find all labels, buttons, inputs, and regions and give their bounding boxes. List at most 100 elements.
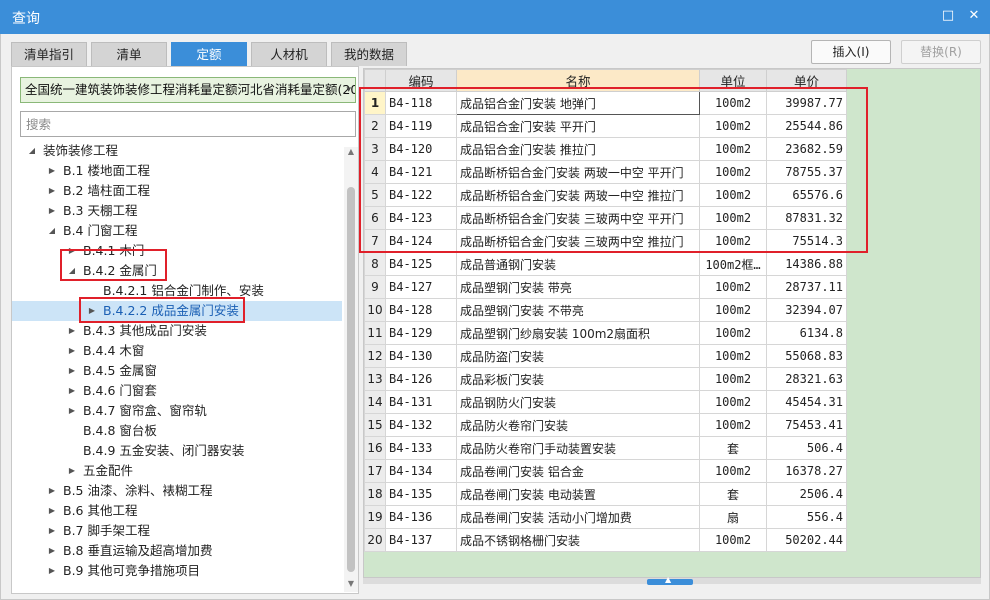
collapsed-toggle-icon[interactable]: ▶	[46, 521, 58, 541]
close-icon[interactable]: ✕	[966, 8, 982, 24]
quota-price[interactable]: 39987.77	[766, 91, 847, 115]
quota-unit[interactable]: 100m2	[699, 367, 767, 391]
tree-node[interactable]: ▶ B.4.5 金属窗	[12, 361, 342, 381]
scrollbar-thumb[interactable]	[347, 187, 355, 572]
table-row[interactable]: 17 B4-134 成品卷闸门安装 铝合金 100m2 16378.27	[364, 459, 847, 483]
quota-code[interactable]: B4-126	[385, 367, 457, 391]
quota-name[interactable]: 成品铝合金门安装 地弹门	[456, 91, 700, 115]
quota-unit[interactable]: 100m2	[699, 298, 767, 322]
col-header-price[interactable]: 单价	[766, 69, 847, 92]
tree-node[interactable]: ◢ 装饰装修工程	[12, 141, 342, 161]
table-row[interactable]: 7 B4-124 成品断桥铝合金门安装 三玻两中空 推拉门 100m2 75514.3	[364, 229, 847, 253]
tree-scrollbar[interactable]: ▲ ▼	[344, 147, 358, 592]
table-row[interactable]: 11 B4-129 成品塑钢门纱扇安装 100m2扇面积 100m2 6134.8	[364, 321, 847, 345]
search-input[interactable]	[20, 111, 356, 137]
tree-node[interactable]: ▶ B.4.4 木窗	[12, 341, 342, 361]
quota-name[interactable]: 成品钢防火门安装	[456, 390, 700, 414]
collapsed-toggle-icon[interactable]: ▶	[46, 161, 58, 181]
quota-price[interactable]: 75514.3	[766, 229, 847, 253]
quota-unit[interactable]: 100m2	[699, 390, 767, 414]
quota-name[interactable]: 成品防火卷帘门手动装置安装	[456, 436, 700, 460]
scroll-down-icon[interactable]: ▼	[344, 579, 358, 588]
quota-name[interactable]: 成品断桥铝合金门安装 两玻一中空 平开门	[456, 160, 700, 184]
quota-price[interactable]: 50202.44	[766, 528, 847, 552]
tree-node[interactable]: B.4.2.1 铝合金门制作、安装	[12, 281, 342, 301]
collapsed-toggle-icon[interactable]: ▶	[66, 361, 78, 381]
tab-labor-material-machine[interactable]: 人材机	[251, 42, 327, 66]
quota-code[interactable]: B4-128	[385, 298, 457, 322]
quota-code[interactable]: B4-122	[385, 183, 457, 207]
row-index[interactable]: 7	[364, 229, 386, 253]
table-row[interactable]: 9 B4-127 成品塑钢门安装 带亮 100m2 28737.11	[364, 275, 847, 299]
quota-code[interactable]: B4-137	[385, 528, 457, 552]
quota-code[interactable]: B4-134	[385, 459, 457, 483]
row-index[interactable]: 17	[364, 459, 386, 483]
quota-unit[interactable]: 100m2	[699, 160, 767, 184]
row-index[interactable]: 1	[364, 91, 386, 115]
quota-name[interactable]: 成品卷闸门安装 电动装置	[456, 482, 700, 506]
table-row[interactable]: 14 B4-131 成品钢防火门安装 100m2 45454.31	[364, 390, 847, 414]
quota-name[interactable]: 成品普通钢门安装	[456, 252, 700, 276]
tree-node[interactable]: ▶ B.4.2.2 成品金属门安装	[12, 301, 342, 321]
table-row[interactable]: 8 B4-125 成品普通钢门安装 100m2框… 14386.88	[364, 252, 847, 276]
table-row[interactable]: 12 B4-130 成品防盗门安装 100m2 55068.83	[364, 344, 847, 368]
quota-unit[interactable]: 100m2	[699, 137, 767, 161]
table-row[interactable]: 13 B4-126 成品彩板门安装 100m2 28321.63	[364, 367, 847, 391]
tree-node[interactable]: ▶ 五金配件	[12, 461, 342, 481]
quota-price[interactable]: 25544.86	[766, 114, 847, 138]
row-index[interactable]: 8	[364, 252, 386, 276]
tree-node[interactable]: B.4.9 五金安装、闭门器安装	[12, 441, 342, 461]
row-index[interactable]: 19	[364, 505, 386, 529]
quota-code[interactable]: B4-119	[385, 114, 457, 138]
chevron-down-icon[interactable]: ▾	[346, 78, 351, 102]
quota-code[interactable]: B4-129	[385, 321, 457, 345]
quota-code[interactable]: B4-135	[385, 482, 457, 506]
quota-price[interactable]: 28321.63	[766, 367, 847, 391]
table-row[interactable]: 5 B4-122 成品断桥铝合金门安装 两玻一中空 推拉门 100m2 65576.6	[364, 183, 847, 207]
quota-unit[interactable]: 100m2	[699, 183, 767, 207]
quota-unit[interactable]: 100m2	[699, 206, 767, 230]
tab-quota[interactable]: 定额	[171, 42, 247, 66]
quota-name[interactable]: 成品铝合金门安装 推拉门	[456, 137, 700, 161]
tree-node[interactable]: B.4.8 窗台板	[12, 421, 342, 441]
quota-unit[interactable]: 扇	[699, 505, 767, 529]
quota-unit[interactable]: 套	[699, 436, 767, 460]
quota-code[interactable]: B4-131	[385, 390, 457, 414]
tree-node[interactable]: ▶ B.9 其他可竞争措施项目	[12, 561, 342, 581]
quota-code[interactable]: B4-121	[385, 160, 457, 184]
collapsed-toggle-icon[interactable]: ▶	[66, 381, 78, 401]
quota-name[interactable]: 成品断桥铝合金门安装 三玻两中空 推拉门	[456, 229, 700, 253]
quota-code[interactable]: B4-136	[385, 505, 457, 529]
table-row[interactable]: 6 B4-123 成品断桥铝合金门安装 三玻两中空 平开门 100m2 87831.32	[364, 206, 847, 230]
tree-node[interactable]: ▶ B.4.1 木门	[12, 241, 342, 261]
collapsed-toggle-icon[interactable]: ▶	[46, 501, 58, 521]
quota-name[interactable]: 成品防盗门安装	[456, 344, 700, 368]
quota-price[interactable]: 16378.27	[766, 459, 847, 483]
quota-price[interactable]: 556.4	[766, 505, 847, 529]
row-index[interactable]: 14	[364, 390, 386, 414]
quota-name[interactable]: 成品不锈钢格栅门安装	[456, 528, 700, 552]
row-index[interactable]: 11	[364, 321, 386, 345]
quota-name[interactable]: 成品塑钢门纱扇安装 100m2扇面积	[456, 321, 700, 345]
collapsed-toggle-icon[interactable]: ▶	[46, 561, 58, 581]
tree-node[interactable]: ▶ B.3 天棚工程	[12, 201, 342, 221]
table-row[interactable]: 19 B4-136 成品卷闸门安装 活动小门增加费扇 556.4	[364, 505, 847, 529]
row-index[interactable]: 5	[364, 183, 386, 207]
quota-code[interactable]: B4-127	[385, 275, 457, 299]
row-index[interactable]: 10	[364, 298, 386, 322]
quota-name[interactable]: 成品铝合金门安装 平开门	[456, 114, 700, 138]
tree-node[interactable]: ▶ B.7 脚手架工程	[12, 521, 342, 541]
table-row[interactable]: 10 B4-128 成品塑钢门安装 不带亮 100m2 32394.07	[364, 298, 847, 322]
quota-unit[interactable]: 100m2	[699, 344, 767, 368]
tree-node[interactable]: ▶ B.1 楼地面工程	[12, 161, 342, 181]
tree-node[interactable]: ▶ B.2 墙柱面工程	[12, 181, 342, 201]
quota-name[interactable]: 成品防火卷帘门安装	[456, 413, 700, 437]
quota-unit[interactable]: 100m2	[699, 275, 767, 299]
quota-price[interactable]: 87831.32	[766, 206, 847, 230]
quota-unit[interactable]: 100m2	[699, 321, 767, 345]
collapsed-toggle-icon[interactable]: ▶	[46, 481, 58, 501]
quota-code[interactable]: B4-123	[385, 206, 457, 230]
row-index[interactable]: 4	[364, 160, 386, 184]
collapsed-toggle-icon[interactable]: ▶	[66, 241, 78, 261]
quota-name[interactable]: 成品断桥铝合金门安装 三玻两中空 平开门	[456, 206, 700, 230]
